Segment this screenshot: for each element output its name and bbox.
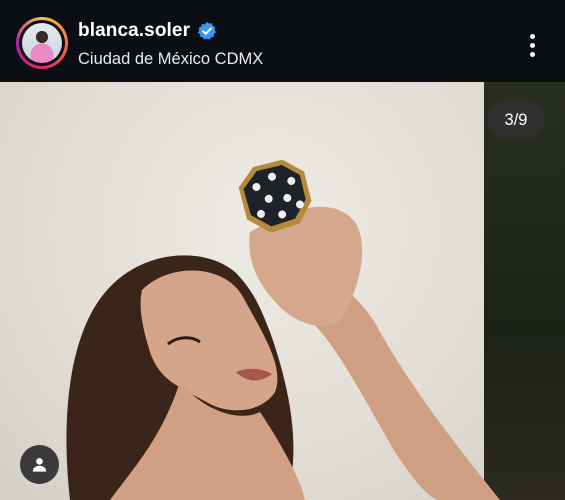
avatar-image <box>22 23 62 63</box>
more-vertical-icon <box>530 34 535 39</box>
profile-avatar-story-ring[interactable] <box>16 17 68 69</box>
location-link[interactable]: Ciudad de México CDMX <box>78 50 263 69</box>
photo-counter-badge: 3/9 <box>488 101 544 139</box>
more-dot <box>530 43 535 48</box>
more-options-button[interactable] <box>520 28 546 62</box>
photo-subject <box>66 159 500 500</box>
user-tag-icon <box>32 458 47 472</box>
post-header: blanca.soler Ciudad de México CDMX <box>0 0 565 82</box>
more-dot <box>530 52 535 57</box>
username-link[interactable]: blanca.soler <box>78 20 190 42</box>
post-photo[interactable]: 3/9 <box>0 82 565 500</box>
verified-badge-icon <box>197 21 217 40</box>
avatar <box>19 20 65 66</box>
tagged-users-button[interactable] <box>20 445 59 484</box>
